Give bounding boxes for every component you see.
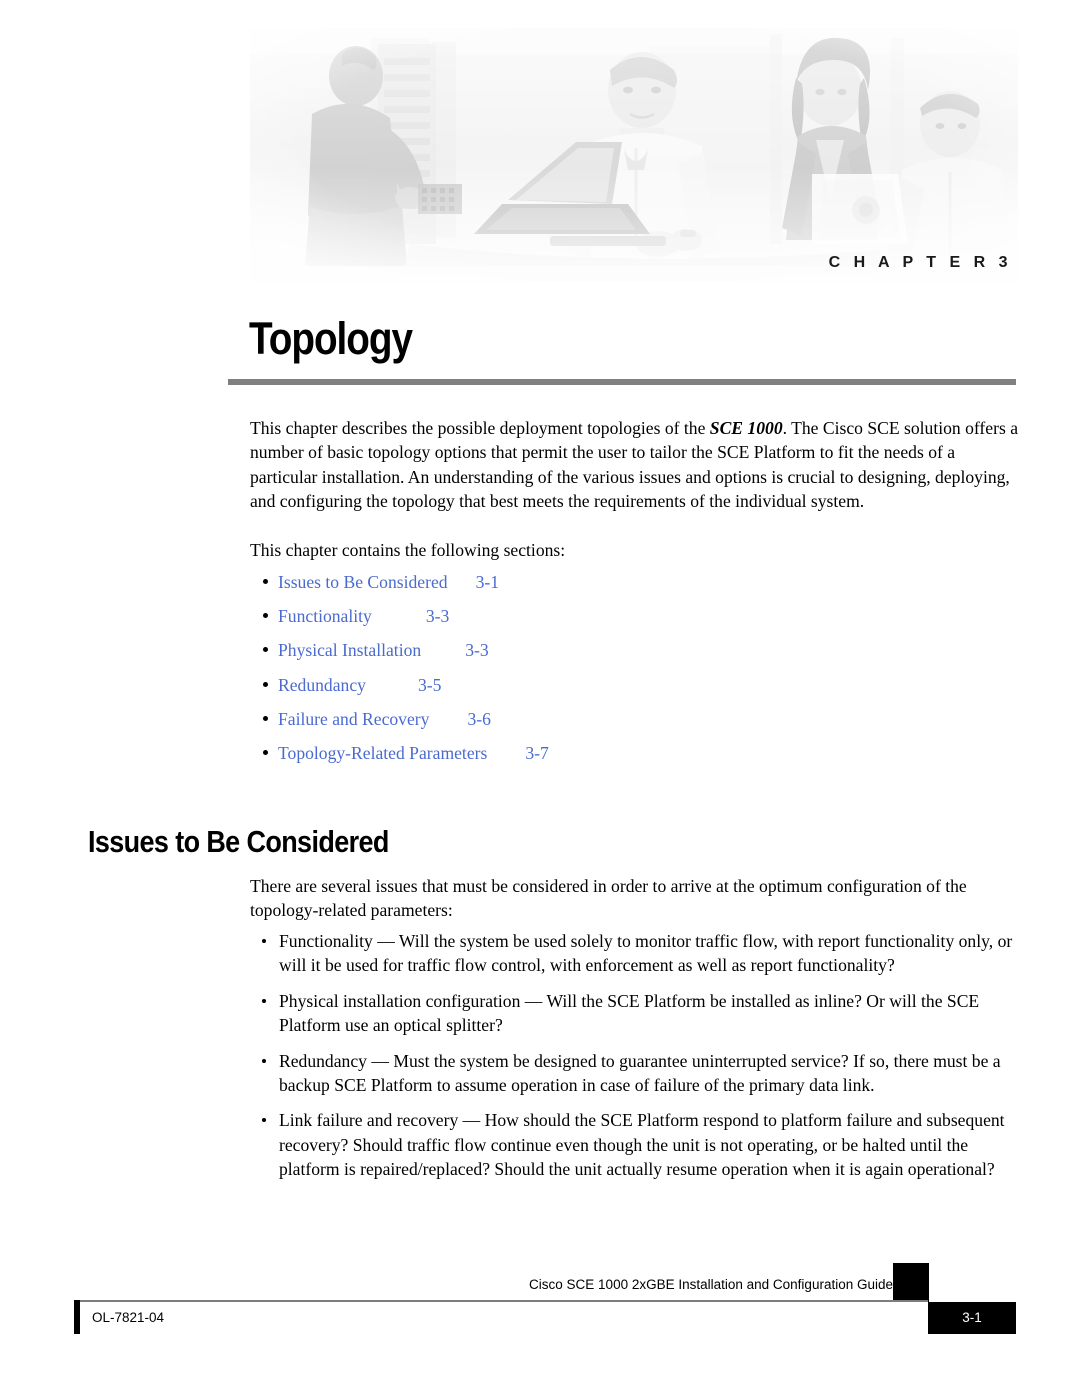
footer-document-id: OL-7821-04	[92, 1310, 165, 1325]
toc-link-4[interactable]: Redundancy 3-5	[263, 675, 963, 709]
issue-bullet-text: Physical installation configuration — Wi…	[279, 990, 980, 1036]
toc-link-label[interactable]: Issues to Be Considered	[278, 572, 448, 592]
issues-bullet-list: Functionality — Will the system be used …	[262, 929, 1022, 1193]
bullet-icon	[262, 1058, 266, 1063]
banner-photo-graphic	[250, 28, 1018, 282]
issue-bullet-item: Physical installation configuration — Wi…	[262, 989, 1022, 1038]
issue-bullet-text: Link failure and recovery — How should t…	[279, 1110, 1005, 1180]
bullet-icon	[263, 681, 268, 687]
issue-bullet-item: Functionality — Will the system be used …	[262, 929, 1022, 978]
issue-bullet-item: Link failure and recovery — How should t…	[262, 1108, 1022, 1181]
toc-page-number[interactable]: 3-6	[467, 709, 490, 730]
product-name-emphasis: SCE 1000	[709, 418, 783, 438]
toc-link-1[interactable]: Issues to Be Considered 3-1	[263, 572, 963, 606]
toc-link-label[interactable]: Redundancy	[278, 675, 366, 695]
toc-link-5[interactable]: Failure and Recovery 3-6	[263, 709, 963, 743]
toc-link-label[interactable]: Functionality	[278, 606, 372, 626]
chapter-banner-image: C H A P T E R 3	[250, 28, 1018, 282]
title-divider	[228, 379, 1016, 385]
chapter-number-label: C H A P T E R 3	[828, 254, 1012, 271]
bullet-icon	[262, 1118, 266, 1123]
bullet-icon	[262, 939, 266, 943]
sections-lead-text: This chapter contains the following sect…	[250, 540, 566, 560]
bullet-icon	[263, 613, 268, 619]
section-heading: Issues to Be Considered	[88, 824, 389, 859]
bullet-icon	[263, 749, 268, 755]
footer-divider	[74, 1300, 928, 1302]
bullet-icon	[263, 647, 268, 653]
toc-link-label[interactable]: Topology-Related Parameters	[278, 743, 487, 763]
intro-paragraph: This chapter describes the possible depl…	[250, 418, 1019, 512]
issue-bullet-text: Functionality — Will the system be used …	[279, 931, 1013, 976]
chapter-contents-list: Issues to Be Considered 3-1 Functionality 3…	[263, 572, 963, 777]
footer-guide-title: Cisco SCE 1000 2xGBE Installation and Co…	[529, 1277, 893, 1292]
footer-page-number: 3-1	[962, 1310, 982, 1325]
toc-page-number[interactable]: 3-5	[418, 675, 441, 696]
bullet-icon	[263, 579, 268, 584]
section-intro-paragraph: There are several issues that must be co…	[250, 876, 967, 921]
toc-page-number[interactable]: 3-3	[426, 606, 449, 627]
toc-link-3[interactable]: Physical Installation 3-3	[263, 640, 963, 674]
toc-link-label[interactable]: Physical Installation	[278, 640, 421, 660]
footer-tab-marker-upper	[893, 1263, 929, 1302]
toc-link-6[interactable]: Topology-Related Parameters 3-7	[263, 743, 963, 777]
issue-bullet-item: Redundancy — Must the system be designed…	[262, 1049, 1022, 1098]
toc-link-2[interactable]: Functionality 3-3	[263, 606, 963, 640]
toc-link-label[interactable]: Failure and Recovery	[278, 709, 429, 729]
bullet-icon	[262, 998, 266, 1003]
page-title: Topology	[249, 313, 413, 364]
toc-page-number[interactable]: 3-3	[465, 640, 488, 661]
toc-page-number[interactable]: 3-1	[476, 572, 499, 593]
toc-page-number[interactable]: 3-7	[525, 743, 548, 764]
issue-bullet-text: Redundancy — Must the system be designed…	[279, 1050, 1001, 1096]
footer-left-marker	[74, 1300, 80, 1334]
bullet-icon	[263, 715, 268, 721]
